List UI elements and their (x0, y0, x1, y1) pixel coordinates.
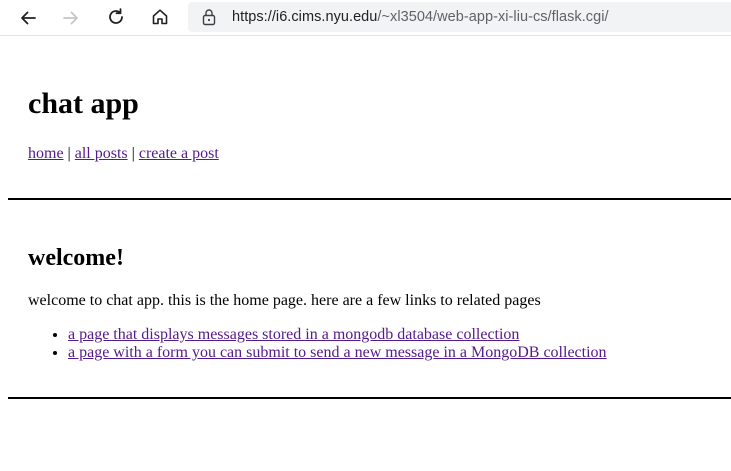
link-messages-page[interactable]: a page that displays messages stored in … (68, 326, 519, 343)
page-title: chat app (28, 87, 139, 120)
nav-link-create-post[interactable]: create a post (139, 145, 219, 162)
home-icon (152, 9, 168, 25)
section-title: welcome! (28, 245, 124, 271)
list-item: a page with a form you can submit to sen… (68, 344, 607, 362)
nav-separator: | (131, 145, 135, 162)
refresh-icon (109, 8, 123, 24)
intro-text: welcome to chat app. this is the home pa… (28, 292, 541, 309)
home-button[interactable] (146, 3, 174, 31)
url-host: https://i6.cims.nyu.edu (232, 9, 378, 25)
address-bar[interactable]: https://i6.cims.nyu.edu/~xl3504/web-app-… (188, 2, 731, 32)
link-send-message-form[interactable]: a page with a form you can submit to sen… (68, 344, 607, 361)
related-links-list: a page that displays messages stored in … (28, 326, 607, 362)
horizontal-rule-bottom (8, 397, 731, 399)
nav-separator: | (67, 145, 71, 162)
browser-toolbar: https://i6.cims.nyu.edu/~xl3504/web-app-… (0, 0, 731, 36)
nav-link-home[interactable]: home (28, 145, 64, 162)
url-path: /~xl3504/web-app-xi-liu-cs/flask.cgi/ (377, 9, 609, 25)
url-text[interactable]: https://i6.cims.nyu.edu/~xl3504/web-app-… (232, 9, 609, 25)
arrow-left-icon (21, 11, 36, 25)
list-item: a page that displays messages stored in … (68, 326, 607, 344)
top-nav: home | all posts | create a post (28, 144, 219, 164)
lock-icon[interactable] (201, 8, 217, 26)
back-button[interactable] (14, 4, 42, 32)
nav-link-all-posts[interactable]: all posts (75, 145, 128, 162)
refresh-button[interactable] (102, 3, 130, 31)
arrow-right-icon (63, 11, 78, 25)
horizontal-rule-top (8, 198, 731, 200)
forward-button[interactable] (57, 4, 85, 32)
